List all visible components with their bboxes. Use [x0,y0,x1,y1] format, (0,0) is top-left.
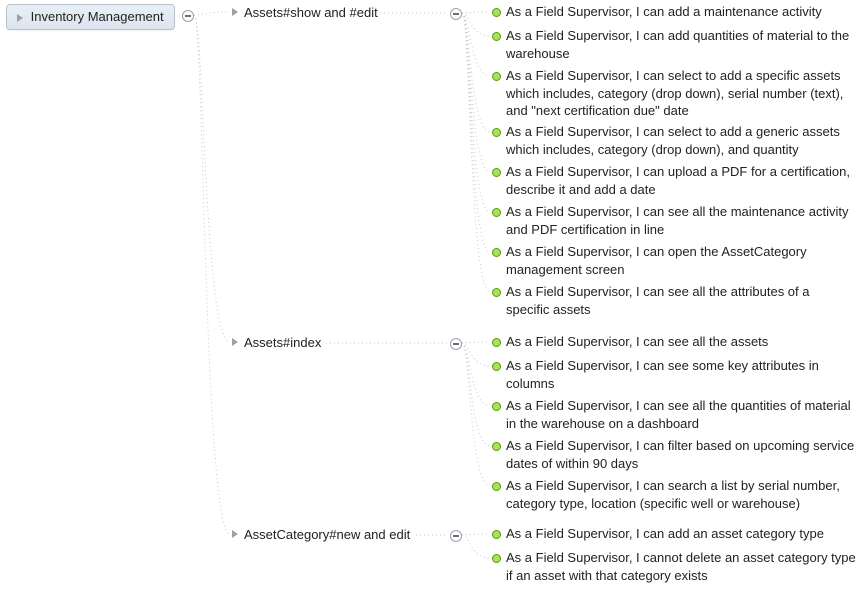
leaf-node[interactable]: As a Field Supervisor, I can see all the… [506,397,856,432]
leaf-node[interactable]: As a Field Supervisor, I can upload a PD… [506,163,856,198]
collapse-icon[interactable] [450,8,462,20]
leaf-node[interactable]: As a Field Supervisor, I can see all the… [506,203,856,238]
branch-node[interactable]: Assets#index [244,334,321,352]
leaf-node[interactable]: As a Field Supervisor, I can search a li… [506,477,856,512]
leaf-dot-icon [492,8,501,17]
leaf-node[interactable]: As a Field Supervisor, I can filter base… [506,437,856,472]
arrow-icon [232,338,238,346]
leaf-node[interactable]: As a Field Supervisor, I can add an asse… [506,525,824,543]
leaf-dot-icon [492,32,501,41]
leaf-label: As a Field Supervisor, I can see all the… [506,284,810,317]
leaf-node[interactable]: As a Field Supervisor, I can add quantit… [506,27,856,62]
leaf-node[interactable]: As a Field Supervisor, I can add a maint… [506,3,822,21]
leaf-node[interactable]: As a Field Supervisor, I can see some ke… [506,357,856,392]
leaf-label: As a Field Supervisor, I can upload a PD… [506,164,850,197]
leaf-dot-icon [492,362,501,371]
leaf-node[interactable]: As a Field Supervisor, I can see all the… [506,333,768,351]
arrow-icon [17,14,23,22]
leaf-dot-icon [492,442,501,451]
leaf-label: As a Field Supervisor, I can select to a… [506,68,843,118]
leaf-label: As a Field Supervisor, I can see all the… [506,334,768,349]
leaf-label: As a Field Supervisor, I cannot delete a… [506,550,856,583]
leaf-label: As a Field Supervisor, I can search a li… [506,478,840,511]
branch-label: AssetCategory#new and edit [244,527,410,542]
branch-label: Assets#index [244,335,321,350]
leaf-label: As a Field Supervisor, I can select to a… [506,124,840,157]
leaf-label: As a Field Supervisor, I can add quantit… [506,28,849,61]
leaf-node[interactable]: As a Field Supervisor, I can open the As… [506,243,856,278]
leaf-node[interactable]: As a Field Supervisor, I can see all the… [506,283,856,318]
leaf-dot-icon [492,208,501,217]
leaf-label: As a Field Supervisor, I can add a maint… [506,4,822,19]
arrow-icon [232,8,238,16]
collapse-icon[interactable] [450,338,462,350]
collapse-icon[interactable] [450,530,462,542]
root-node[interactable]: Inventory Management [6,4,175,30]
leaf-label: As a Field Supervisor, I can add an asse… [506,526,824,541]
leaf-dot-icon [492,554,501,563]
leaf-node[interactable]: As a Field Supervisor, I can select to a… [506,123,856,158]
leaf-label: As a Field Supervisor, I can filter base… [506,438,854,471]
leaf-dot-icon [492,72,501,81]
leaf-label: As a Field Supervisor, I can open the As… [506,244,807,277]
leaf-dot-icon [492,288,501,297]
leaf-dot-icon [492,168,501,177]
root-label: Inventory Management [31,9,164,24]
leaf-dot-icon [492,402,501,411]
leaf-dot-icon [492,128,501,137]
leaf-dot-icon [492,530,501,539]
arrow-icon [232,530,238,538]
branch-node[interactable]: AssetCategory#new and edit [244,526,410,544]
leaf-node[interactable]: As a Field Supervisor, I cannot delete a… [506,549,856,584]
leaf-node[interactable]: As a Field Supervisor, I can select to a… [506,67,856,120]
leaf-dot-icon [492,482,501,491]
leaf-label: As a Field Supervisor, I can see all the… [506,204,849,237]
branch-node[interactable]: Assets#show and #edit [244,4,378,22]
leaf-label: As a Field Supervisor, I can see all the… [506,398,851,431]
branch-label: Assets#show and #edit [244,5,378,20]
leaf-dot-icon [492,248,501,257]
leaf-label: As a Field Supervisor, I can see some ke… [506,358,819,391]
collapse-icon[interactable] [182,10,194,22]
leaf-dot-icon [492,338,501,347]
